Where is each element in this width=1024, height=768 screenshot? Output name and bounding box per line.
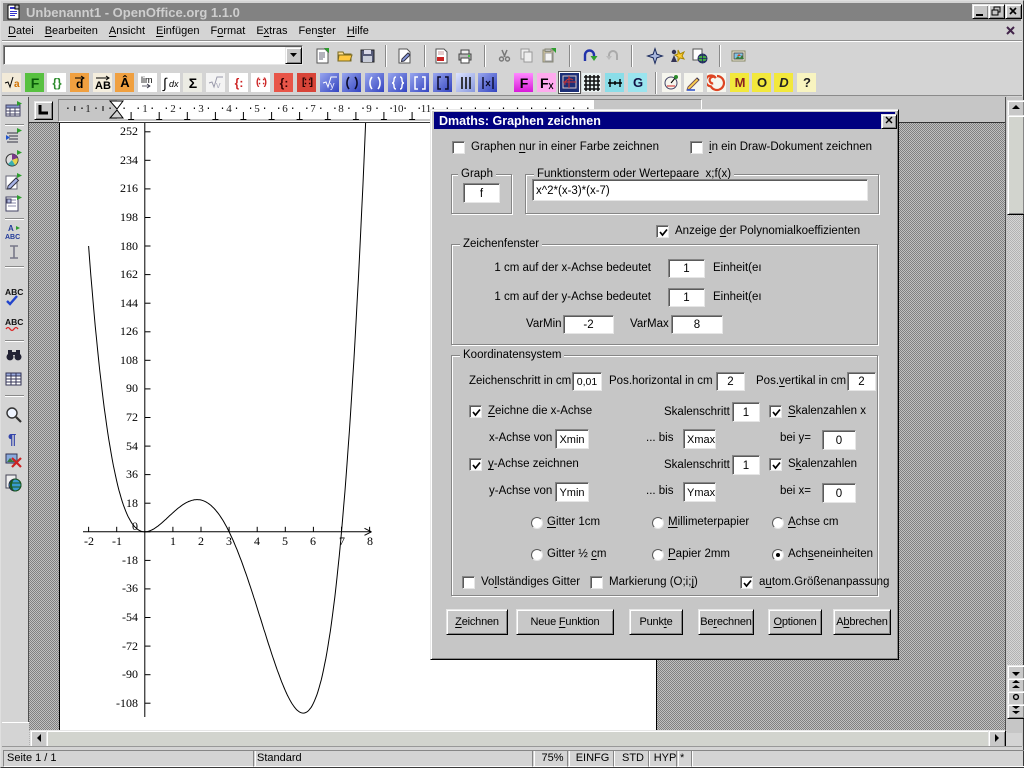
svg-text:252: 252: [120, 124, 138, 138]
svg-text:A: A: [8, 224, 14, 233]
svg-text:-72: -72: [122, 639, 138, 653]
svg-text:9: 9: [366, 103, 372, 115]
svg-text:1: 1: [142, 103, 148, 115]
svg-text:5: 5: [254, 103, 260, 115]
svg-text:72: 72: [126, 410, 138, 424]
svg-text:6: 6: [310, 534, 316, 548]
svg-text:ABC: ABC: [5, 234, 20, 241]
svg-text:-18: -18: [122, 553, 138, 567]
svg-text:10: 10: [393, 103, 405, 115]
svg-text:108: 108: [120, 353, 138, 367]
svg-text:3: 3: [198, 103, 204, 115]
svg-text:36: 36: [126, 467, 138, 481]
svg-text:4: 4: [254, 534, 260, 548]
svg-text:2: 2: [198, 534, 204, 548]
svg-text:90: 90: [126, 381, 138, 395]
svg-text:ABC: ABC: [5, 317, 23, 327]
svg-text:216: 216: [120, 181, 138, 195]
svg-text:126: 126: [120, 324, 138, 338]
svg-text:-2: -2: [84, 534, 94, 548]
svg-text:4: 4: [226, 103, 232, 115]
svg-text:5: 5: [282, 534, 288, 548]
svg-text:1: 1: [170, 534, 176, 548]
svg-text:0: 0: [132, 519, 138, 533]
svg-text:1: 1: [85, 103, 91, 115]
svg-text:ABC: ABC: [5, 287, 23, 297]
svg-text:180: 180: [120, 239, 138, 253]
svg-text:234: 234: [120, 153, 138, 167]
svg-text:¶: ¶: [8, 431, 16, 448]
svg-text:162: 162: [120, 267, 138, 281]
svg-text:18: 18: [126, 496, 138, 510]
svg-text:2: 2: [170, 103, 176, 115]
svg-text:7: 7: [310, 103, 316, 115]
svg-text:-1: -1: [112, 534, 122, 548]
svg-text:198: 198: [120, 210, 138, 224]
svg-text:3: 3: [226, 534, 232, 548]
svg-text:-36: -36: [122, 581, 138, 595]
svg-text:144: 144: [120, 296, 138, 310]
svg-text:7: 7: [339, 534, 345, 548]
svg-text:-90: -90: [122, 667, 138, 681]
svg-text:-108: -108: [116, 696, 138, 710]
svg-text:6: 6: [282, 103, 288, 115]
svg-text:54: 54: [126, 439, 138, 453]
svg-text:-54: -54: [122, 610, 138, 624]
svg-text:8: 8: [367, 534, 373, 548]
svg-text:8: 8: [338, 103, 344, 115]
